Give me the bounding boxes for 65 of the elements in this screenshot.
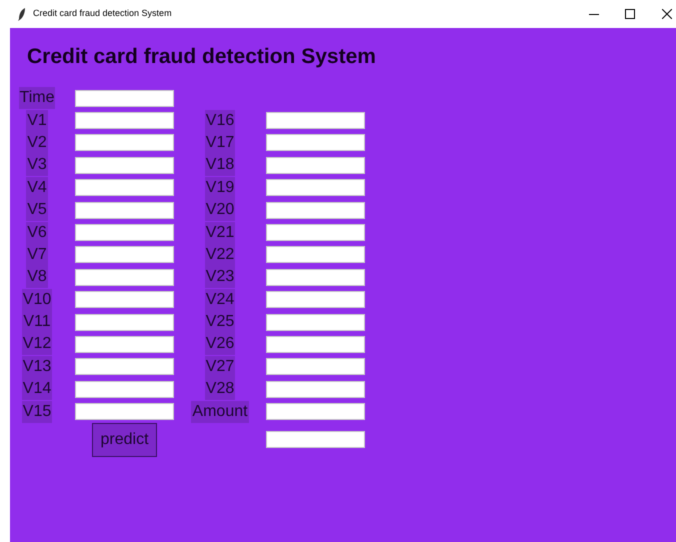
field-label: V22 bbox=[204, 244, 236, 266]
field-label: Amount bbox=[191, 400, 249, 423]
input-field[interactable] bbox=[75, 90, 174, 107]
input-field[interactable] bbox=[266, 291, 365, 308]
field-label: V1 bbox=[26, 110, 48, 132]
input-field[interactable] bbox=[75, 403, 174, 420]
field-label: V20 bbox=[204, 199, 236, 222]
input-field[interactable] bbox=[75, 112, 174, 130]
input-field[interactable] bbox=[266, 314, 365, 331]
result-field[interactable] bbox=[266, 431, 365, 448]
input-field[interactable] bbox=[266, 179, 365, 196]
input-field[interactable] bbox=[266, 202, 365, 219]
input-field[interactable] bbox=[75, 246, 174, 264]
field-label: V13 bbox=[22, 356, 52, 378]
field-label: V25 bbox=[204, 311, 236, 334]
close-icon[interactable] bbox=[662, 9, 672, 19]
input-field[interactable] bbox=[75, 156, 174, 174]
input-field[interactable] bbox=[75, 268, 174, 286]
field-label: V26 bbox=[204, 333, 236, 356]
input-field[interactable] bbox=[75, 179, 174, 196]
input-field[interactable] bbox=[75, 336, 174, 353]
field-label: V16 bbox=[204, 110, 236, 132]
predict-button[interactable]: predict bbox=[92, 422, 157, 457]
input-field[interactable] bbox=[266, 403, 365, 420]
field-label: V12 bbox=[22, 333, 52, 356]
field-label: V23 bbox=[204, 266, 236, 288]
input-field[interactable] bbox=[266, 268, 365, 286]
field-label: V10 bbox=[22, 288, 52, 311]
input-field[interactable] bbox=[266, 134, 365, 152]
field-label: Time bbox=[18, 87, 56, 110]
input-field[interactable] bbox=[266, 156, 365, 174]
input-field[interactable] bbox=[75, 291, 174, 308]
input-field[interactable] bbox=[266, 224, 365, 242]
field-label: V3 bbox=[26, 154, 48, 176]
field-label: V5 bbox=[26, 199, 48, 222]
input-field[interactable] bbox=[266, 336, 365, 353]
input-field[interactable] bbox=[266, 380, 365, 398]
input-field[interactable] bbox=[266, 112, 365, 130]
maximize-icon[interactable] bbox=[625, 9, 635, 19]
input-field[interactable] bbox=[75, 314, 174, 331]
field-label: V27 bbox=[204, 356, 236, 378]
field-label: V18 bbox=[204, 154, 236, 176]
input-field[interactable] bbox=[266, 246, 365, 264]
input-field[interactable] bbox=[75, 224, 174, 242]
field-label: V15 bbox=[22, 400, 52, 423]
field-label: V14 bbox=[22, 378, 52, 400]
field-label: V6 bbox=[26, 222, 48, 244]
input-field[interactable] bbox=[75, 134, 174, 152]
field-label: V2 bbox=[26, 132, 48, 154]
window-title: Credit card fraud detection System bbox=[33, 7, 172, 20]
field-label: V28 bbox=[204, 378, 236, 400]
app-heading: Credit card fraud detection System bbox=[27, 44, 377, 70]
input-field[interactable] bbox=[266, 358, 365, 376]
field-label: V19 bbox=[204, 176, 236, 199]
field-label: V24 bbox=[204, 288, 236, 311]
feather-icon bbox=[18, 8, 26, 20]
input-field[interactable] bbox=[75, 380, 174, 398]
field-label: V7 bbox=[26, 244, 48, 266]
input-field[interactable] bbox=[75, 358, 174, 376]
field-label: V21 bbox=[204, 222, 236, 244]
field-label: V11 bbox=[22, 311, 52, 334]
field-label: V17 bbox=[204, 132, 236, 154]
field-label: V8 bbox=[26, 266, 48, 288]
field-label: V4 bbox=[26, 176, 48, 199]
input-field[interactable] bbox=[75, 202, 174, 219]
